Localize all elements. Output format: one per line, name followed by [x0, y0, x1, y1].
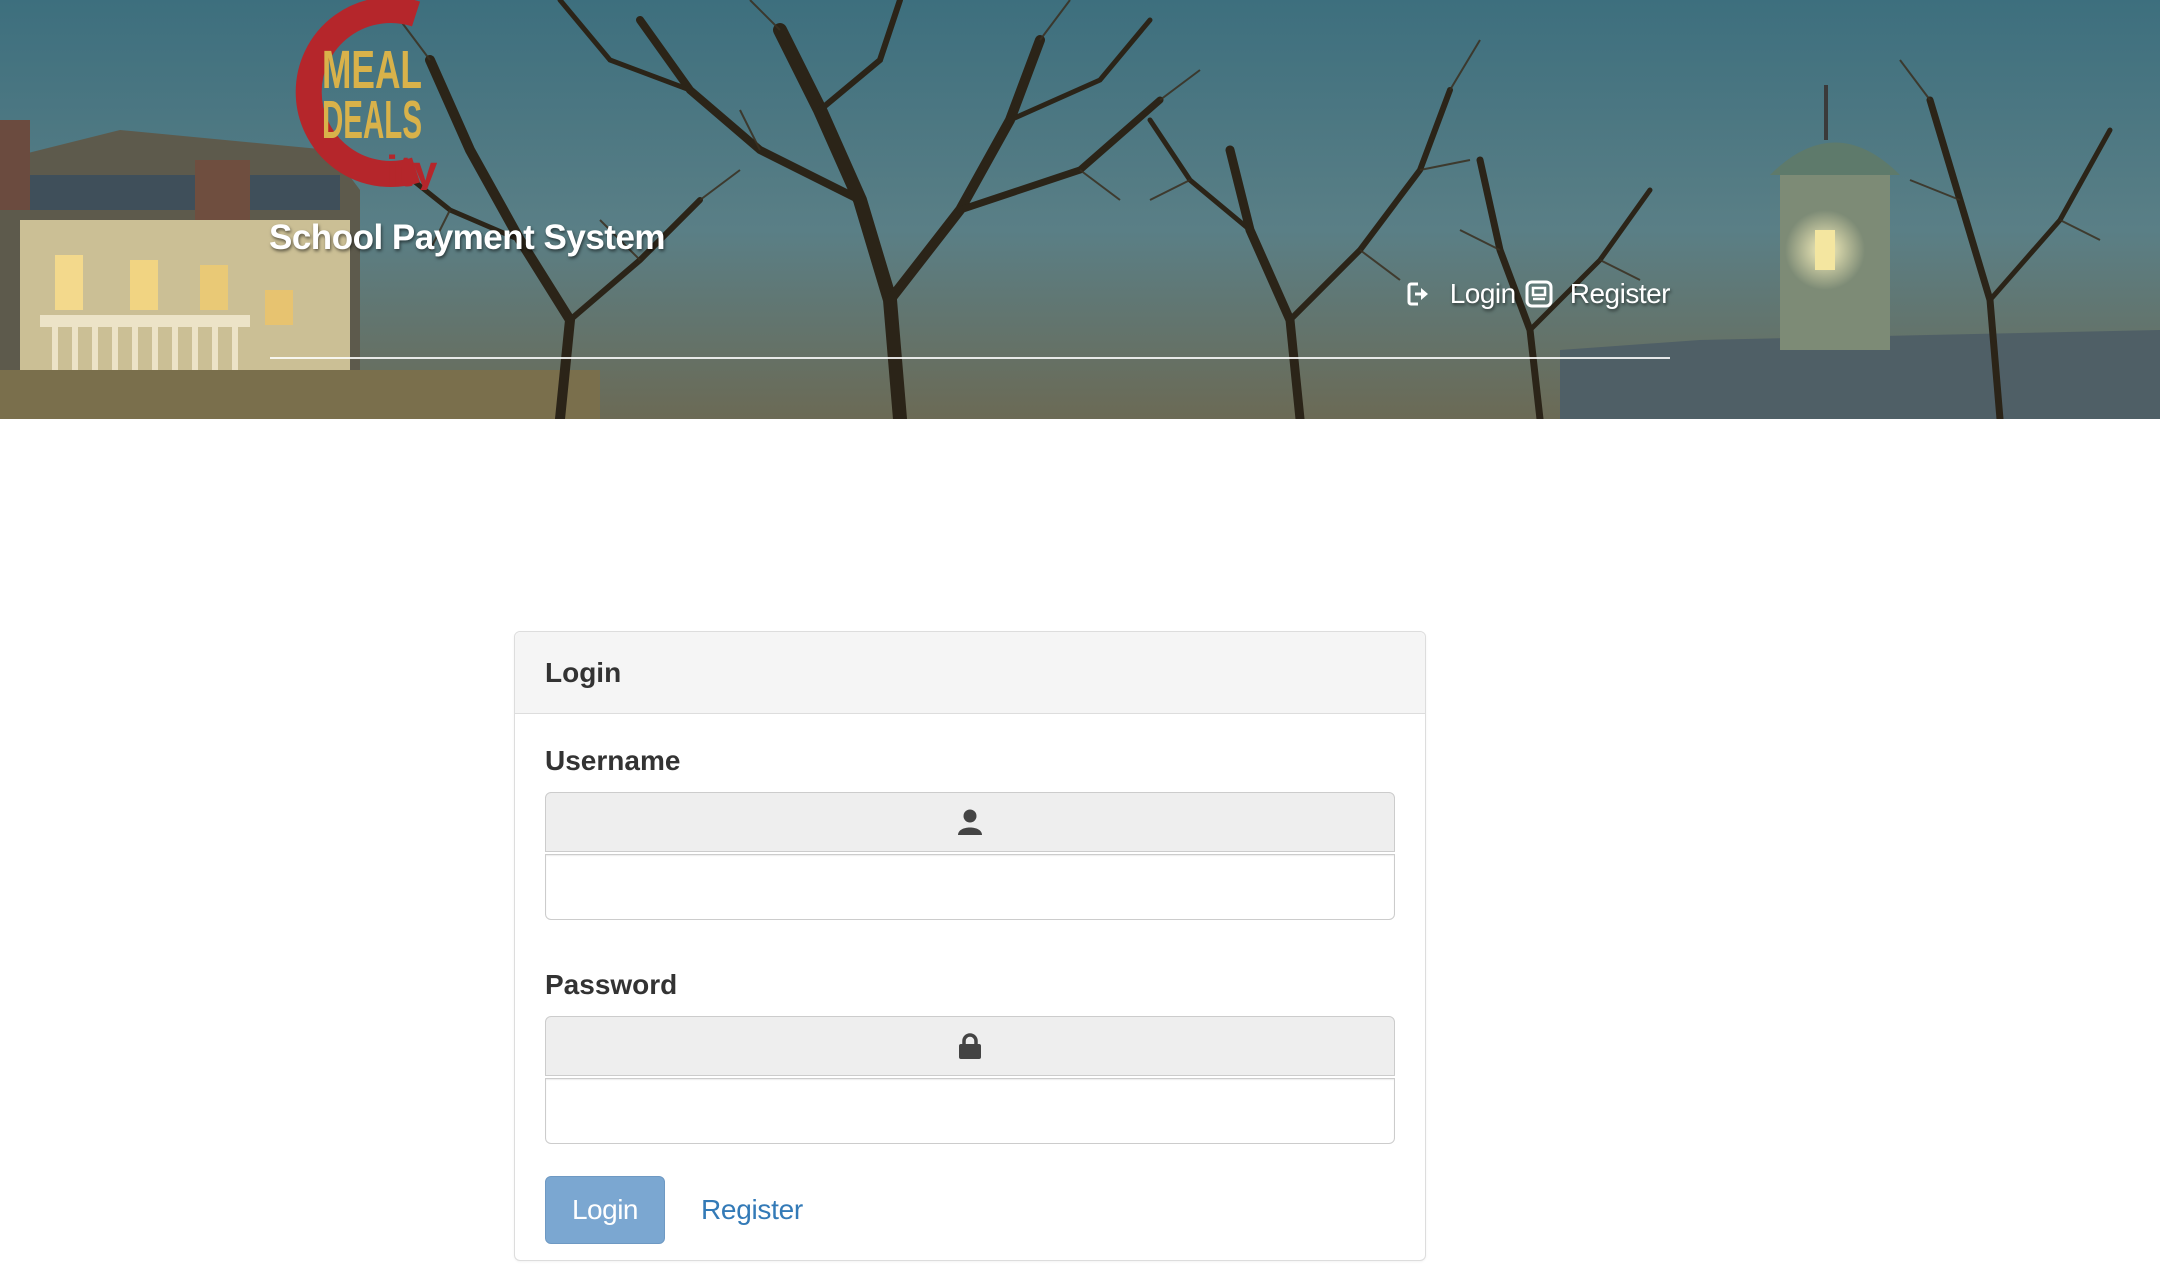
login-button[interactable]: Login [545, 1176, 665, 1244]
lock-icon [959, 1033, 981, 1059]
login-form: Username Password Login Register [515, 744, 1425, 1244]
nav-login-link[interactable]: Login [1404, 278, 1516, 310]
login-panel-heading: Login [515, 632, 1425, 714]
nav-login-label: Login [1449, 278, 1517, 309]
meal-deals-city-logo: MEAL DEALS ity [295, 0, 438, 190]
header-banner: MEAL DEALS ity School Payment System Log… [0, 0, 2160, 419]
nav-register-link[interactable]: Register [1524, 278, 1671, 310]
nav-register-label: Register [1569, 278, 1671, 309]
password-input[interactable] [545, 1078, 1395, 1144]
user-icon [958, 809, 982, 835]
form-actions: Login Register [545, 1176, 1395, 1244]
top-nav: Login Register [1404, 278, 1671, 310]
logo-line-deals: DEALS [322, 90, 422, 150]
sign-in-icon [1407, 282, 1428, 306]
username-input[interactable] [545, 854, 1395, 920]
username-label: Username [545, 745, 681, 776]
site-title: School Payment System [269, 218, 666, 257]
header-divider [270, 357, 1670, 359]
login-panel: Login Username Password Login Register [514, 631, 1426, 1261]
logo-line-ity: ity [386, 147, 438, 190]
register-icon [1525, 280, 1553, 308]
register-link[interactable]: Register [701, 1194, 803, 1226]
password-label: Password [545, 969, 678, 1000]
password-addon [545, 1016, 1395, 1076]
username-addon [545, 792, 1395, 852]
